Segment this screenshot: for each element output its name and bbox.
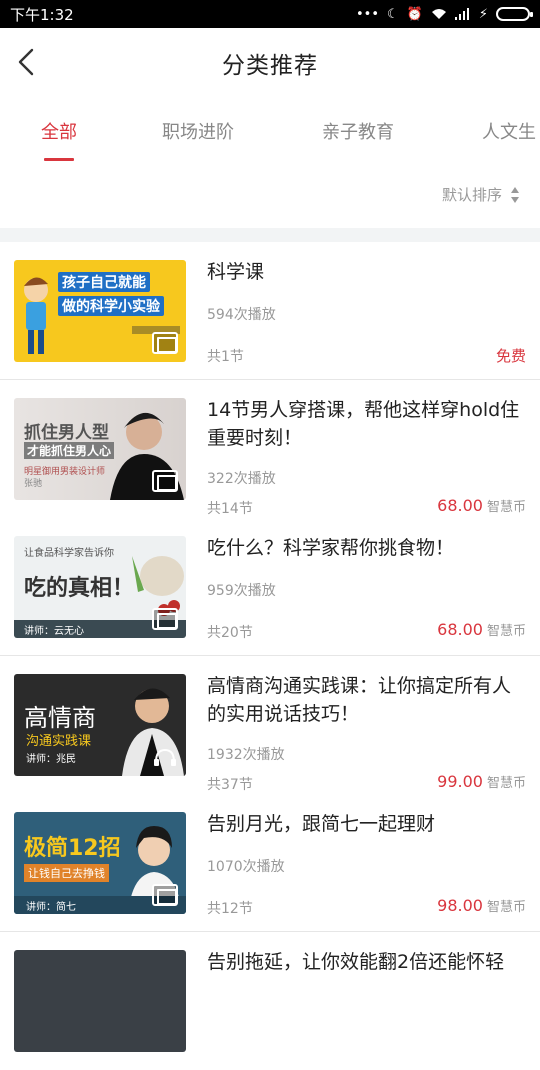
audio-badge-icon	[154, 748, 176, 766]
course-title: 14节男人穿搭课，帮他这样穿hold住重要时刻！	[207, 399, 520, 449]
status-bar: 下午1:32 ••• ☾ ⏰ ⚡	[0, 0, 540, 28]
course-item[interactable]: 极简12招 让钱自己去挣钱 讲师：简七 告别月光，跟简七一起理财 1070次播放…	[0, 794, 540, 932]
course-list: 孩子自己就能 做的科学小实验 科学课 594次播放 共1节 免费 抓住男人型 才…	[0, 242, 540, 1070]
play-count: 594次播放	[207, 307, 276, 323]
price-value: 99.00	[437, 772, 483, 791]
thumb-caption-2: 沟通实践课	[26, 734, 92, 749]
tab-humanities[interactable]: 人文生	[482, 118, 536, 144]
course-price: 免费	[495, 347, 526, 365]
video-badge-icon	[152, 884, 178, 906]
thumb-caption-1: 让食品科学家告诉你	[24, 548, 114, 559]
play-count: 959次播放	[207, 583, 276, 599]
price-currency: 智慧币	[486, 624, 526, 639]
course-title: 高情商沟通实践课：让你搞定所有人的实用说话技巧！	[207, 675, 512, 725]
course-title: 告别拖延，让你效能翻2倍还能怀轻	[207, 951, 505, 973]
price-currency: 智慧币	[486, 900, 526, 915]
back-arrow-icon[interactable]	[14, 46, 44, 78]
video-badge-icon	[152, 470, 178, 492]
course-price: 68.00 智慧币	[437, 496, 526, 515]
course-title: 告别月光，跟简七一起理财	[207, 813, 436, 835]
thumb-caption-2: 才能抓住男人心	[24, 442, 115, 459]
course-price: 99.00 智慧币	[437, 772, 526, 791]
course-item[interactable]: 高情商 沟通实践课 讲师：兆民 高情商沟通实践课：让你搞定所有人的实用说话技巧！…	[0, 656, 540, 794]
header: 分类推荐	[0, 28, 540, 98]
course-price: 98.00 智慧币	[437, 896, 526, 915]
play-count: 322次播放	[207, 471, 276, 487]
thumb-caption-1: 极简12招	[24, 836, 121, 861]
thumb-caption-2: 吃的真相！	[24, 576, 135, 601]
category-tabs: 全部 职场进阶 亲子教育 人文生	[0, 98, 540, 164]
lesson-count: 共14节	[207, 501, 253, 517]
play-count: 1070次播放	[207, 859, 285, 875]
thumb-caption-3: 讲师：兆民	[26, 754, 76, 765]
course-thumbnail: 高情商 沟通实践课 讲师：兆民	[14, 674, 186, 776]
sort-label: 默认排序	[441, 186, 502, 204]
course-thumbnail: 孩子自己就能 做的科学小实验	[14, 260, 186, 362]
thumb-caption-4: 张驰	[24, 479, 43, 489]
course-item[interactable]: 让食品科学家告诉你 吃的真相！ 讲师：云无心 吃什么？科学家帮你挑食物！ 959…	[0, 518, 540, 656]
course-price: 68.00 智慧币	[437, 620, 526, 639]
active-tab-indicator	[44, 158, 74, 161]
price-currency: 智慧币	[486, 500, 526, 515]
tab-parenting[interactable]: 亲子教育	[322, 118, 394, 144]
course-thumbnail: 让食品科学家告诉你 吃的真相！ 讲师：云无心	[14, 536, 186, 638]
video-badge-icon	[152, 332, 178, 354]
thumb-caption-3: 讲师：云无心	[24, 626, 84, 637]
course-thumbnail: 极简12招 让钱自己去挣钱 讲师：简七	[14, 812, 186, 914]
status-icons: ••• ☾ ⏰ ⚡	[356, 6, 533, 22]
page-title: 分类推荐	[222, 53, 318, 79]
thumb-caption-2: 做的科学小实验	[58, 296, 164, 316]
thumb-caption-2: 让钱自己去挣钱	[24, 864, 109, 882]
thumb-caption-3: 讲师：简七	[26, 902, 76, 913]
course-item[interactable]: 告别拖延，让你效能翻2倍还能怀轻	[0, 932, 540, 1070]
status-time: 下午1:32	[10, 5, 74, 24]
lesson-count: 共37节	[207, 777, 253, 793]
video-badge-icon	[152, 608, 178, 630]
lesson-count: 共20节	[207, 625, 253, 641]
price-value: 98.00	[437, 896, 483, 915]
course-item[interactable]: 孩子自己就能 做的科学小实验 科学课 594次播放 共1节 免费	[0, 242, 540, 380]
price-value: 68.00	[437, 620, 483, 639]
battery-icon	[496, 7, 533, 21]
course-title: 吃什么？科学家帮你挑食物！	[207, 537, 455, 559]
price-value: 68.00	[437, 496, 483, 515]
sort-button[interactable]: 默认排序	[442, 184, 520, 205]
tab-all[interactable]: 全部	[41, 118, 77, 144]
lesson-count: 共12节	[207, 901, 253, 917]
more-dots-icon: •••	[356, 6, 380, 22]
thumb-caption-1: 孩子自己就能	[58, 272, 150, 292]
charging-icon: ⚡	[478, 6, 488, 22]
moon-icon: ☾	[387, 6, 399, 22]
tab-career[interactable]: 职场进阶	[162, 118, 234, 144]
wifi-icon	[431, 9, 446, 19]
alarm-icon: ⏰	[406, 6, 423, 22]
section-divider	[0, 228, 540, 242]
thumb-caption-1: 抓住男人型	[24, 423, 109, 443]
course-item[interactable]: 抓住男人型 才能抓住男人心 明星御用男装设计师 张驰 14节男人穿搭课，帮他这样…	[0, 380, 540, 518]
lesson-count: 共1节	[207, 349, 244, 365]
signal-icon	[454, 8, 469, 20]
sort-bar: 默认排序	[0, 164, 540, 228]
sort-arrows-icon	[511, 186, 519, 203]
course-thumbnail: 抓住男人型 才能抓住男人心 明星御用男装设计师 张驰	[14, 398, 186, 500]
course-thumbnail	[14, 950, 186, 1052]
thumb-caption-1: 高情商	[24, 704, 96, 732]
course-title: 科学课	[207, 261, 265, 283]
price-currency: 智慧币	[486, 776, 526, 791]
play-count: 1932次播放	[207, 747, 285, 763]
